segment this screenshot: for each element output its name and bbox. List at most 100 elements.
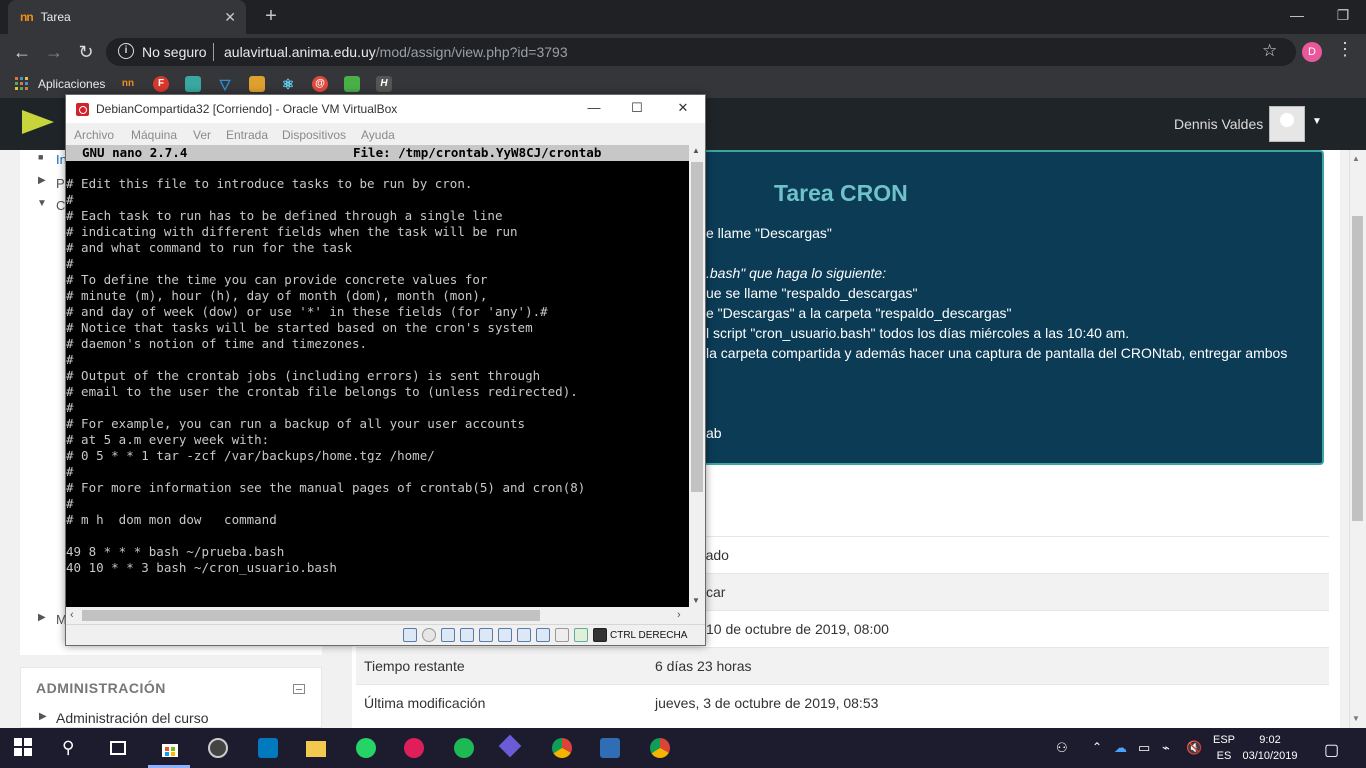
scroll-down-icon[interactable]: ▼ xyxy=(1352,714,1360,723)
bookmark-triangle-icon[interactable]: ▽ xyxy=(217,76,233,92)
menu-maquina[interactable]: Máquina xyxy=(131,128,177,142)
bookmark-star-icon[interactable]: ☆ xyxy=(1262,41,1277,61)
vbox-vertical-scroll-thumb[interactable] xyxy=(691,162,703,492)
task-view-icon[interactable] xyxy=(110,741,126,755)
terminal-line: # xyxy=(66,496,74,511)
vbox-minimize-button[interactable]: — xyxy=(584,100,604,116)
chrome-profile-icon[interactable] xyxy=(650,738,670,758)
menu-archivo[interactable]: Archivo xyxy=(74,128,114,142)
new-tab-button[interactable]: + xyxy=(260,5,282,27)
apps-bookmark[interactable]: Aplicaciones xyxy=(38,77,105,91)
video-capture-icon[interactable] xyxy=(536,628,550,642)
menu-ayuda[interactable]: Ayuda xyxy=(361,128,395,142)
user-menu-caret-icon[interactable]: ▼ xyxy=(1312,116,1322,127)
bookmark-moodle[interactable]: nn xyxy=(120,76,136,92)
browser-tab[interactable]: nn Tarea ✕ xyxy=(8,0,246,34)
optical-drive-icon[interactable] xyxy=(422,628,436,642)
crontab-content[interactable]: # Edit this file to introduce tasks to b… xyxy=(66,176,689,576)
close-tab-icon[interactable]: ✕ xyxy=(224,9,236,26)
tray-overflow-icon[interactable]: ⌃ xyxy=(1092,740,1102,754)
onedrive-icon[interactable]: ☁ xyxy=(1114,740,1127,756)
vbox-horizontal-scroll-thumb[interactable] xyxy=(82,610,540,621)
scroll-up-icon[interactable]: ▲ xyxy=(1352,154,1360,163)
keyboard-capture-icon[interactable] xyxy=(593,628,607,642)
terminal-line: # and what command to run for the task xyxy=(66,240,352,255)
info-icon[interactable]: i xyxy=(118,43,134,59)
apps-grid-icon[interactable] xyxy=(15,77,29,91)
url-text[interactable]: aulavirtual.anima.edu.uy/mod/assign/view… xyxy=(224,44,568,60)
time-remaining-value: 6 días 23 horas xyxy=(655,658,752,674)
user-name[interactable]: Dennis Valdes xyxy=(1174,116,1263,132)
restore-button[interactable]: ❐ xyxy=(1320,0,1366,30)
vbox-scroll-left-icon[interactable]: ‹ xyxy=(70,609,74,621)
vbox-title: DebianCompartida32 [Corriendo] - Oracle … xyxy=(96,102,398,116)
trello-icon[interactable] xyxy=(258,738,278,758)
whatsapp-icon[interactable] xyxy=(356,738,376,758)
task-line-1: e llame "Descargas" xyxy=(706,225,832,241)
bookmark-f[interactable]: F xyxy=(153,76,169,92)
app-icon[interactable] xyxy=(208,738,228,758)
bookmark-at[interactable]: @ xyxy=(312,76,328,92)
search-icon[interactable]: ⚲ xyxy=(62,738,82,758)
network-icon[interactable] xyxy=(460,628,474,642)
time-remaining-label: Tiempo restante xyxy=(364,658,465,674)
shared-folders-icon[interactable] xyxy=(498,628,512,642)
last-modified-label: Última modificación xyxy=(364,695,486,711)
people-icon[interactable]: ⚇ xyxy=(1056,740,1068,756)
vbox-scroll-up-icon[interactable]: ▲ xyxy=(692,146,700,155)
volume-icon[interactable]: 🔇 xyxy=(1186,740,1202,756)
display-icon[interactable] xyxy=(517,628,531,642)
due-date-value: 10 de octubre de 2019, 08:00 xyxy=(706,621,889,637)
back-arrow-icon[interactable]: ← xyxy=(10,42,34,62)
menu-dispositivos[interactable]: Dispositivos xyxy=(282,128,346,142)
user-avatar[interactable] xyxy=(1269,106,1305,142)
vbox-close-button[interactable]: ✕ xyxy=(673,100,693,116)
cron-job-line: 40 10 * * 3 bash ~/cron_usuario.bash xyxy=(66,560,337,575)
terminal-line: # and day of week (dow) or use '*' in th… xyxy=(66,304,548,319)
mouse-integration-icon[interactable] xyxy=(574,628,588,642)
menu-entrada[interactable]: Entrada xyxy=(226,128,268,142)
windows-start-icon[interactable] xyxy=(14,738,34,758)
vbox-scroll-down-icon[interactable]: ▼ xyxy=(692,596,700,605)
file-explorer-icon[interactable] xyxy=(306,741,326,757)
terminal-line: # xyxy=(66,352,74,367)
security-label[interactable]: No seguro xyxy=(142,44,207,60)
hard-disk-icon[interactable] xyxy=(403,628,417,642)
audio-icon[interactable] xyxy=(441,628,455,642)
network-tray-icon[interactable]: ▭ xyxy=(1138,740,1150,756)
chrome-menu-icon[interactable]: ⋮ xyxy=(1336,40,1354,58)
bookmark-h[interactable]: H xyxy=(376,76,392,92)
course-administration-link[interactable]: Administración del curso xyxy=(56,710,209,726)
chrome-icon[interactable] xyxy=(552,738,572,758)
url-path: /mod/assign/view.php?id=3793 xyxy=(375,44,568,60)
store-icon[interactable] xyxy=(160,738,180,758)
vbox-scroll-right-icon[interactable]: › xyxy=(677,609,681,621)
battery-icon[interactable]: ⌁ xyxy=(1162,740,1170,756)
usb-icon[interactable] xyxy=(479,628,493,642)
last-modified-value: jueves, 3 de octubre de 2019, 08:53 xyxy=(655,695,879,711)
cpu-icon[interactable] xyxy=(555,628,569,642)
bookmark-green-icon[interactable] xyxy=(344,76,360,92)
collapse-icon[interactable] xyxy=(293,684,305,694)
language-indicator[interactable]: ESP ES xyxy=(1212,732,1236,764)
forward-arrow-icon[interactable]: → xyxy=(42,42,66,62)
administration-title: ADMINISTRACIÓN xyxy=(36,680,166,696)
vbox-maximize-button[interactable]: ☐ xyxy=(627,100,647,116)
menu-ver[interactable]: Ver xyxy=(193,128,211,142)
reload-icon[interactable]: ↻ xyxy=(74,42,98,62)
bookmark-react-icon[interactable]: ⚛ xyxy=(280,76,296,92)
cron-job-line: 49 8 * * * bash ~/prueba.bash xyxy=(66,544,285,559)
site-logo-icon[interactable] xyxy=(22,110,54,134)
page-scrollbar-thumb[interactable] xyxy=(1352,216,1363,521)
virtualbox-icon[interactable] xyxy=(600,738,620,758)
profile-avatar[interactable]: D xyxy=(1302,42,1322,62)
spotify-icon[interactable] xyxy=(454,738,474,758)
nav-item-1[interactable]: P xyxy=(56,176,65,191)
slack-icon[interactable] xyxy=(404,738,424,758)
clock[interactable]: 9:02 03/10/2019 xyxy=(1238,732,1302,764)
nav-item-2[interactable]: C xyxy=(56,198,65,213)
notifications-icon[interactable]: ▢ xyxy=(1324,740,1339,760)
bookmark-cloud-icon[interactable] xyxy=(185,76,201,92)
bookmark-grid-icon[interactable] xyxy=(249,76,265,92)
